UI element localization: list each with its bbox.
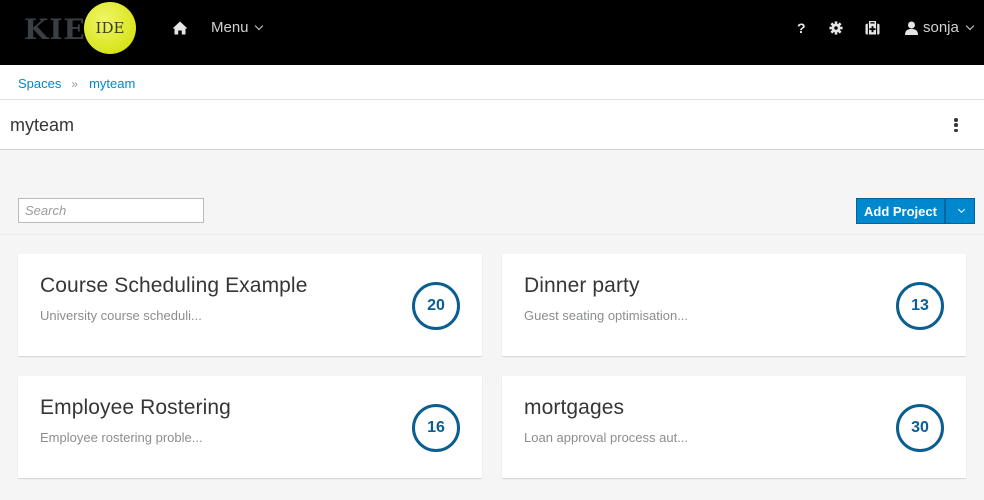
page-title: myteam (10, 115, 75, 135)
help-icon[interactable]: ? (797, 20, 806, 36)
top-navbar: KIE IDE Menu ? sonja (0, 0, 984, 65)
kebab-dot (954, 123, 958, 127)
chevron-down-icon (957, 205, 966, 213)
project-name: Dinner party (524, 274, 640, 297)
project-description: Guest seating optimisation... (524, 308, 689, 323)
medkit-icon[interactable] (865, 21, 880, 35)
kebab-dot (954, 128, 958, 132)
menu-label: Menu (211, 19, 249, 36)
kebab-menu-icon[interactable] (953, 118, 959, 132)
search-input[interactable] (18, 198, 204, 223)
user-menu[interactable]: sonja (905, 19, 975, 36)
add-project-button-group: Add Project (856, 198, 975, 224)
project-name: Course Scheduling Example (40, 274, 308, 297)
add-project-button[interactable]: Add Project (856, 198, 945, 224)
project-card[interactable]: Dinner party Guest seating optimisation.… (502, 254, 966, 356)
kebab-dot (954, 118, 958, 122)
project-card[interactable]: Employee Rostering Employee rostering pr… (18, 376, 482, 478)
project-description: Employee rostering proble... (40, 430, 203, 445)
add-project-dropdown-toggle[interactable] (944, 198, 975, 224)
home-icon[interactable] (172, 20, 188, 36)
project-asset-count: 20 (412, 282, 460, 330)
logo-ide[interactable]: IDE (84, 2, 136, 54)
breadcrumb-spaces[interactable]: Spaces (18, 76, 61, 91)
breadcrumb-myteam[interactable]: myteam (89, 76, 135, 91)
project-description: Loan approval process aut... (524, 430, 689, 445)
project-card[interactable]: mortgages Loan approval process aut... 3… (502, 376, 966, 478)
project-description: University course scheduli... (40, 308, 202, 323)
project-asset-count: 16 (412, 404, 460, 452)
toolbar: Add Project (0, 150, 984, 235)
project-asset-count: 13 (896, 282, 944, 330)
title-bar: myteam (0, 100, 984, 150)
chevron-down-icon (254, 21, 263, 30)
user-icon (905, 21, 918, 35)
project-name: Employee Rostering (40, 396, 231, 419)
logo-ide-text: IDE (95, 19, 125, 37)
logo-kie[interactable]: KIE (24, 13, 86, 46)
project-name: mortgages (524, 396, 625, 419)
breadcrumb-separator: » (71, 76, 79, 91)
breadcrumb-bar: Spaces » myteam (0, 65, 984, 100)
user-name: sonja (923, 19, 959, 36)
chevron-down-icon (965, 21, 975, 30)
breadcrumb: Spaces » myteam (18, 76, 135, 91)
gear-icon[interactable] (829, 21, 843, 35)
menu-dropdown[interactable]: Menu (211, 19, 263, 36)
project-asset-count: 30 (896, 404, 944, 452)
project-card[interactable]: Course Scheduling Example University cou… (18, 254, 482, 356)
